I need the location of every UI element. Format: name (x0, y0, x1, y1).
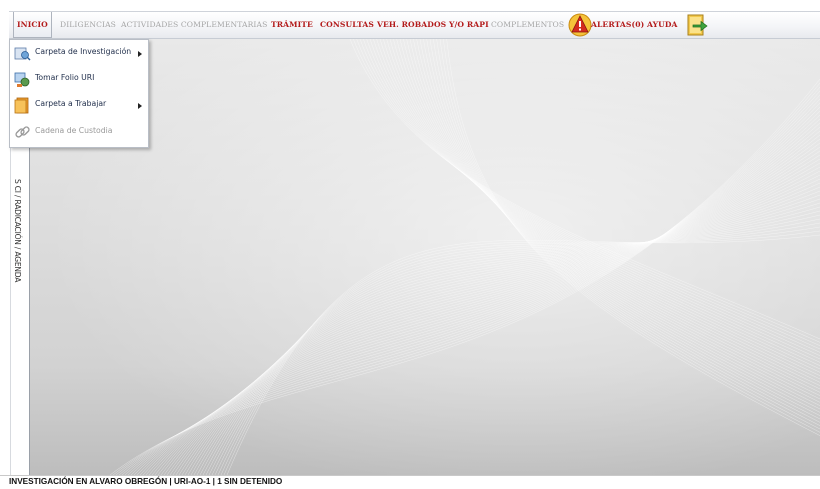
submenu-arrow-icon (138, 103, 142, 109)
menu-vehiculos-robados[interactable]: VEH. ROBADOS Y/O RAPI (377, 12, 489, 38)
menu-tramite[interactable]: TRÁMITE (271, 12, 313, 38)
menu-item-label: Cadena de Custodia (35, 126, 113, 135)
menu-inicio[interactable]: INICIO (13, 12, 52, 38)
submenu-arrow-icon (138, 51, 142, 57)
menu-complementos[interactable]: COMPLEMENTOS (491, 12, 564, 38)
menu-item-label: Carpeta de Investigación (35, 47, 132, 56)
exit-icon[interactable] (685, 13, 709, 37)
menu-ayuda[interactable]: AYUDA (647, 12, 678, 38)
status-text: INVESTIGACIÓN EN ALVARO OBREGÓN | URI-AO… (9, 477, 283, 486)
menu-item-label: Carpeta a Trabajar (35, 99, 107, 108)
menu-alertas[interactable]: ALERTAS(0) (591, 12, 644, 38)
side-tab-label[interactable]: S CI / RADICACIÓN / AGENDA (13, 179, 22, 282)
folio-icon (14, 71, 31, 88)
investigation-icon (14, 45, 31, 62)
menu-item-tomar-folio[interactable]: Tomar Folio URI (10, 68, 148, 92)
main-menu-bar: INICIO DILIGENCIAS ACTIVIDADES COMPLEMEN… (9, 11, 820, 39)
menu-item-carpeta-trabajar[interactable]: Carpeta a Trabajar (10, 94, 148, 118)
chain-link-icon (14, 124, 31, 141)
menu-actividades-complementarias[interactable]: ACTIVIDADES COMPLEMENTARIAS (121, 12, 267, 38)
menu-consultas[interactable]: CONSULTAS (320, 12, 374, 38)
menu-item-carpeta-investigacion[interactable]: Carpeta de Investigación (10, 42, 148, 66)
menu-item-label: Tomar Folio URI (35, 73, 95, 82)
alert-icon[interactable] (568, 13, 592, 37)
status-bar: INVESTIGACIÓN EN ALVARO OBREGÓN | URI-AO… (0, 475, 820, 489)
inicio-dropdown-menu: Carpeta de Investigación Tomar Folio URI… (9, 39, 149, 148)
menu-item-cadena-custodia[interactable]: Cadena de Custodia (10, 121, 148, 145)
folder-icon (14, 97, 31, 114)
menu-diligencias[interactable]: DILIGENCIAS (60, 12, 116, 38)
